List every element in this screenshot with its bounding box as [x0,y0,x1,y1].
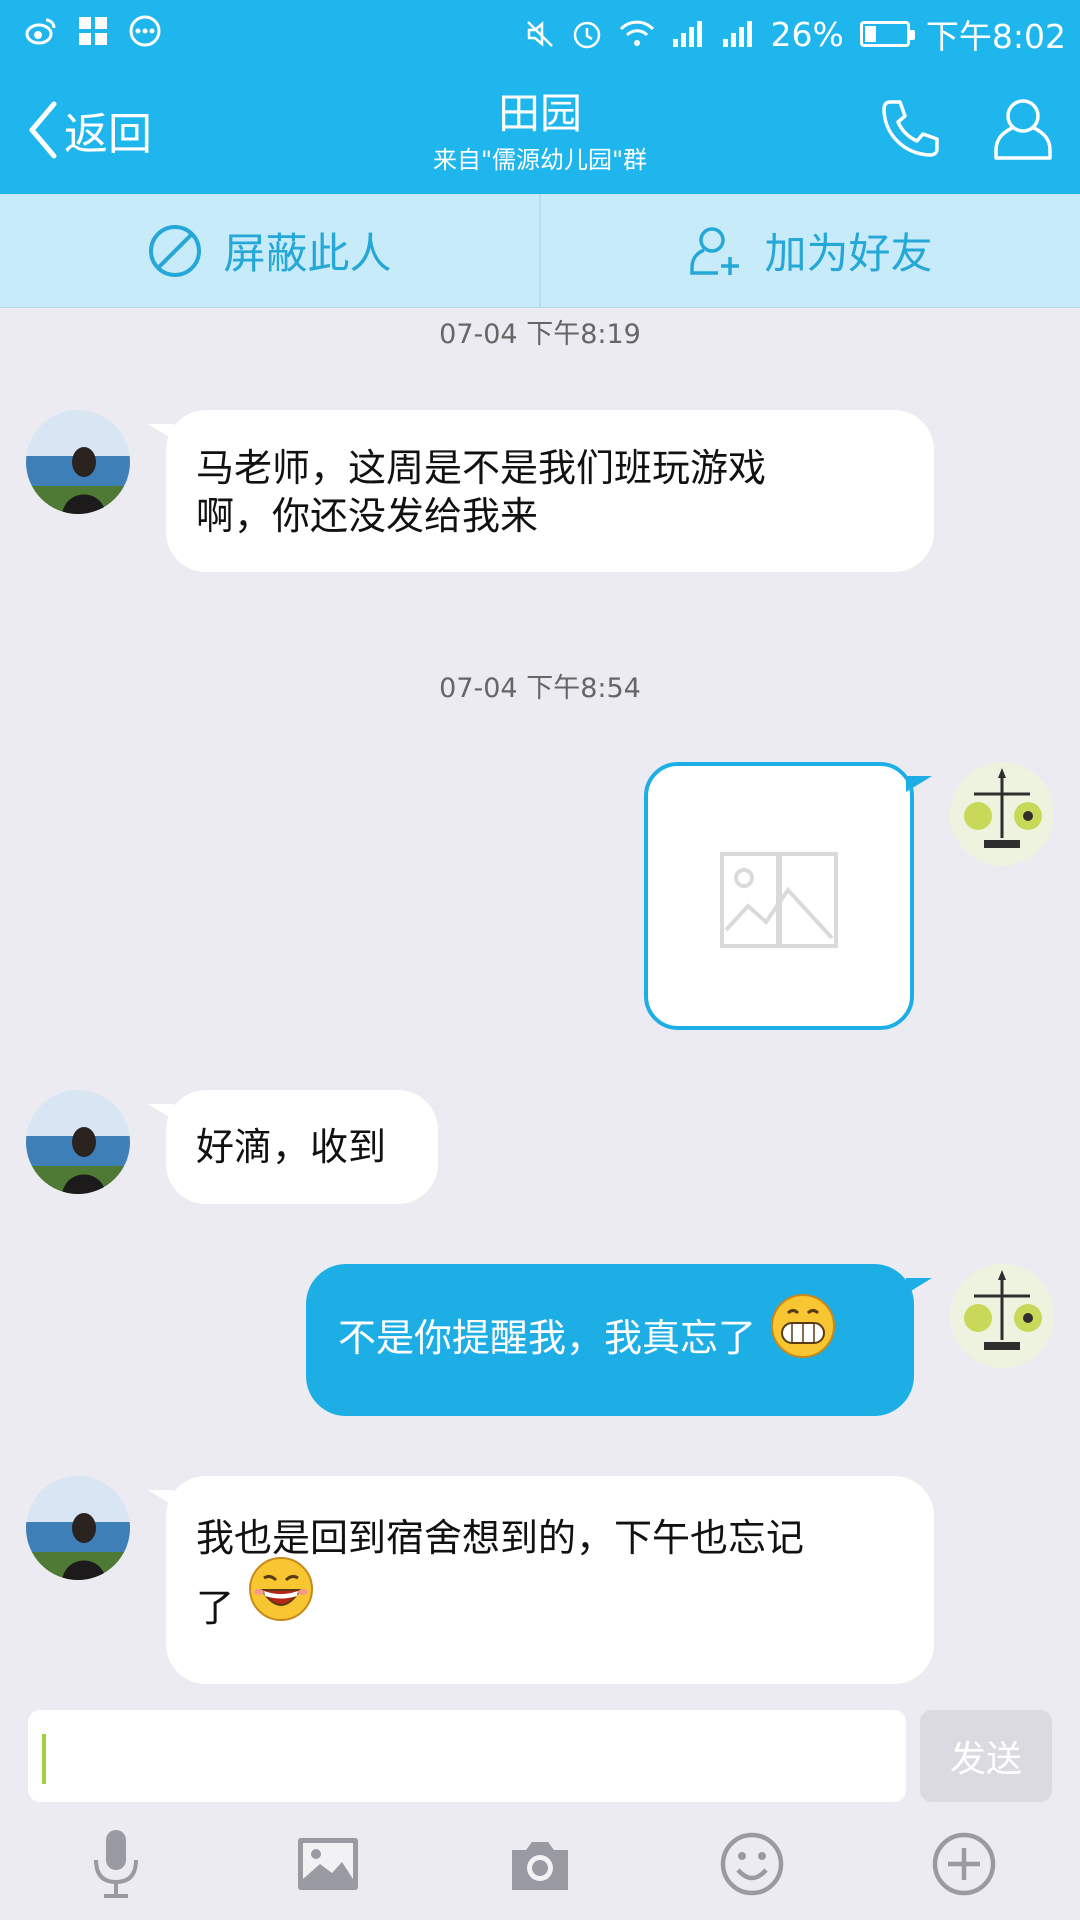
camera-icon[interactable] [502,1826,578,1902]
status-bar: 26% 下午8:02 [0,0,1080,62]
input-toolbar [0,1826,1080,1906]
battery-icon [859,21,915,47]
picture-icon[interactable] [290,1826,366,1902]
my-avatar[interactable] [950,762,1054,866]
add-friend-icon [690,226,740,275]
text-cursor [42,1734,46,1784]
signal-icon [722,21,752,47]
timestamp: 07-04 下午8:54 [439,673,641,704]
wifi-icon [619,20,654,46]
my-avatar[interactable] [950,1264,1054,1368]
stranger-action-bar: 屏蔽此人 加为好友 [0,194,1080,308]
image-placeholder-icon [720,852,838,948]
mute-icon [526,21,553,47]
block-button[interactable]: 屏蔽此人 [0,194,539,307]
message-input[interactable] [28,1710,906,1802]
send-button[interactable]: 发送 [920,1710,1052,1802]
input-bar: 发送 [0,1696,1080,1920]
weibo-icon [25,18,56,45]
message-bubble-incoming[interactable]: 好滴，收到 [148,1090,438,1204]
status-right: 26% 下午8:02 [525,10,1066,58]
more-dots-icon [129,15,161,47]
signal-icon [672,21,702,47]
message-bubble-outgoing[interactable]: 不是你提醒我，我真忘了 [306,1264,932,1416]
emoji-icon[interactable] [714,1826,790,1902]
contact-avatar[interactable] [26,1476,130,1580]
message-text-line: 了 [196,1556,904,1632]
laugh-emoji [249,1556,314,1621]
apps-icon [79,17,107,45]
profile-icon[interactable] [990,94,1056,164]
status-left-icons [24,14,162,48]
alarm-icon [573,21,600,49]
microphone-icon[interactable] [78,1826,154,1902]
block-icon [149,224,202,277]
message-bubble-incoming[interactable]: 马老师，这周是不是我们班玩游戏 啊，你还没发给我来 [148,410,934,572]
image-message[interactable] [644,762,932,1030]
add-friend-label: 加为好友 [764,229,933,278]
message-text: 好滴，收到 [196,1125,387,1169]
add-friend-button[interactable]: 加为好友 [539,194,1080,307]
message-text: 不是你提醒我，我真忘了 [338,1316,757,1360]
block-label: 屏蔽此人 [223,229,392,278]
message-text: 啊，你还没发给我来 [196,494,539,538]
status-time: 下午8:02 [925,17,1066,56]
message-text: 了 [196,1586,235,1630]
chat-header: 返回 田园 来自"儒源幼儿园"群 [0,62,1080,194]
phone-icon[interactable] [876,96,942,162]
battery-level [864,26,877,42]
message-bubble-incoming[interactable]: 我也是回到宿舍想到的，下午也忘记 了 [148,1476,934,1684]
contact-avatar[interactable] [26,410,130,514]
timestamp: 07-04 下午8:19 [439,319,641,350]
grin-emoji [771,1293,836,1358]
battery-percent: 26% [770,14,844,54]
message-text: 马老师，这周是不是我们班玩游戏 [196,446,767,490]
contact-avatar[interactable] [26,1090,130,1194]
plus-icon[interactable] [926,1826,1002,1902]
